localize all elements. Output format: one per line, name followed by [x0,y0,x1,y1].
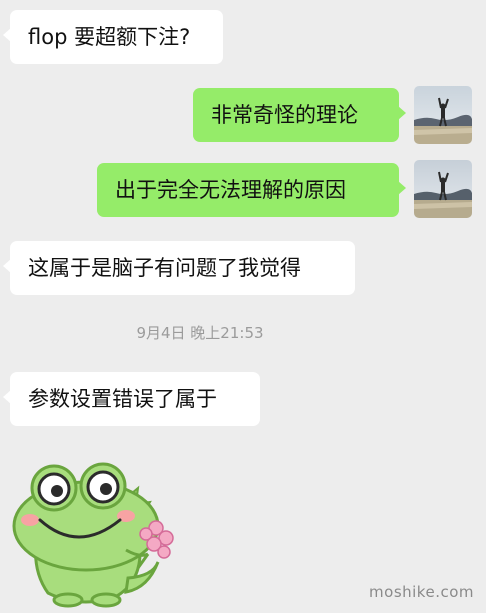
message-bubble-outgoing[interactable]: 出于完全无法理解的原因 [97,163,406,217]
message-text: 参数设置错误了属于 [28,387,217,411]
watermark: moshike.com [369,583,474,601]
message-text: 这属于是脑子有问题了我觉得 [28,256,301,280]
chat-screen: flop 要超额下注? 非常奇怪的理论 出于完全无法理解的原因 这属于是脑子有问… [0,0,486,613]
user-avatar[interactable] [414,160,472,218]
message-text: 出于完全无法理解的原因 [115,178,346,202]
message-text: 非常奇怪的理论 [211,103,358,127]
frog-sticker[interactable] [8,458,178,608]
avatar-photo-icon [414,86,472,144]
message-bubble-incoming[interactable]: flop 要超额下注? [3,10,223,64]
user-avatar[interactable] [414,86,472,144]
message-bubble-outgoing[interactable]: 非常奇怪的理论 [193,88,406,142]
message-text: flop 要超额下注? [28,25,191,49]
message-timestamp: 9月4日 晚上21:53 [136,324,264,342]
avatar-photo-icon [414,160,472,218]
message-bubble-incoming[interactable]: 参数设置错误了属于 [3,372,260,426]
frog-sticker-icon [12,462,174,608]
message-bubble-incoming[interactable]: 这属于是脑子有问题了我觉得 [3,241,355,295]
